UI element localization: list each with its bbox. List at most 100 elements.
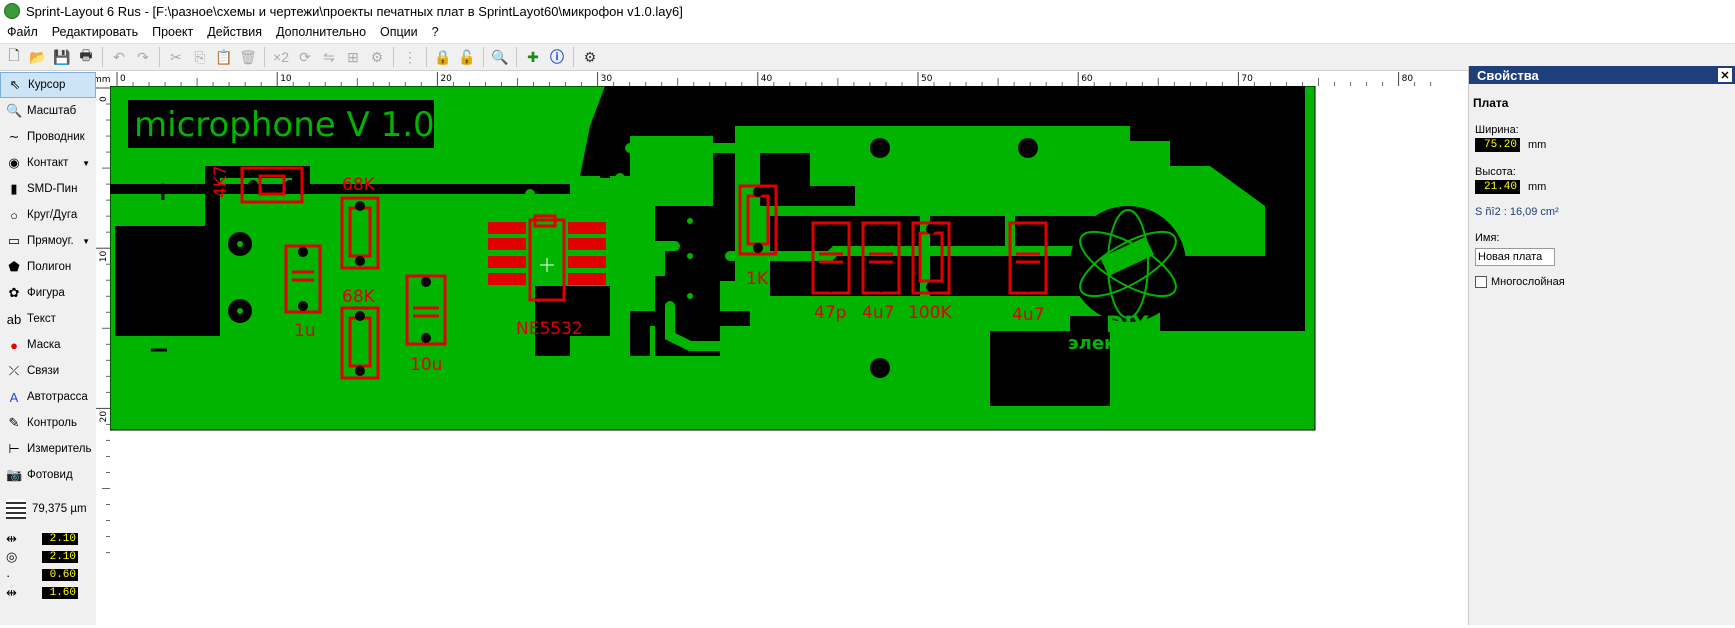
chevron-down-icon[interactable]: ▼ [82, 159, 90, 168]
autoroute-icon: A [9, 389, 19, 405]
zoom-icon[interactable]: 🔍 [489, 46, 511, 68]
menu-bar: Файл Редактировать Проект Действия Допол… [0, 22, 1735, 42]
ungroup-icon[interactable]: ⋮ [399, 46, 421, 68]
menu-file[interactable]: Файл [0, 25, 45, 39]
board-name-input[interactable]: Новая плата [1475, 248, 1555, 266]
redo-icon[interactable]: ↷ [132, 46, 154, 68]
mirror-icon[interactable]: ⇋ [318, 46, 340, 68]
save-icon[interactable]: 💾 [51, 46, 73, 68]
width-row: 75.20 mm [1469, 138, 1735, 152]
tool-rect[interactable]: ▭ Прямоуг. ▼ [0, 228, 96, 254]
align-icon[interactable]: ⊞ [342, 46, 364, 68]
tool-photo[interactable]: 📷 Фотовид [0, 462, 96, 488]
menu-options[interactable]: Опции [373, 25, 425, 39]
tool-label: Контакт [27, 157, 69, 169]
tool-autoroute[interactable]: A Автотрасса [0, 384, 96, 410]
tool-zoom[interactable]: 🔍 Масштаб [0, 98, 96, 124]
copy-icon[interactable]: ⎘ [189, 46, 211, 68]
ruler-tick-label: 0 [99, 96, 109, 102]
tool-mask[interactable]: ● Маска [0, 332, 96, 358]
menu-help[interactable]: ? [425, 25, 446, 39]
info-icon[interactable]: ⓘ [546, 46, 568, 68]
snap-icon[interactable]: ✚ [522, 46, 544, 68]
width-label: Ширина: [1475, 124, 1519, 136]
label-r-68k-1: 68K [342, 175, 376, 195]
tool-text[interactable]: ab Текст [0, 306, 96, 332]
tool-label: Курсор [28, 79, 66, 91]
ruler-tick-label: 20 [99, 411, 109, 423]
group-icon[interactable]: ⚙ [366, 46, 388, 68]
design-canvas[interactable]: microphone V 1.0 + − 4K7 68K 68K 1u 10u … [109, 85, 1467, 625]
tool-label: Фигура [27, 287, 65, 299]
pad-outer-value[interactable]: 2.10 [42, 551, 78, 563]
toolbar-separator [483, 47, 484, 67]
label-ic-ne5532: NE5532 [516, 319, 583, 339]
grid-selector[interactable]: 79,375 µm [0, 496, 96, 522]
board-title-text[interactable]: microphone V 1.0 [134, 105, 435, 145]
track-width-value[interactable]: 2.10 [42, 533, 78, 545]
label-c-10u: 10u [410, 355, 442, 375]
chip-icon[interactable]: ⚙ [579, 46, 601, 68]
cut-icon[interactable]: ✂ [165, 46, 187, 68]
tool-label: SMD-Пин [27, 183, 78, 195]
open-icon[interactable]: 📂 [27, 46, 49, 68]
tool-connection[interactable]: ⤫ Связи [0, 358, 96, 384]
plus-sign: + [152, 177, 174, 207]
tool-cursor[interactable]: ⇖ Курсор [0, 72, 96, 98]
cursor-icon: ⇖ [9, 77, 21, 92]
toolbar-separator [393, 47, 394, 67]
multilayer-checkbox[interactable]: Многослойная [1469, 266, 1735, 288]
label-r-1k: 1K [746, 269, 769, 289]
tool-check[interactable]: ✎ Контроль [0, 410, 96, 436]
new-icon[interactable]: 🗋 [3, 46, 25, 68]
close-icon[interactable]: ✕ [1718, 68, 1732, 82]
tool-smd[interactable]: ▮ SMD-Пин [0, 176, 96, 202]
print-icon[interactable]: 🖶 [75, 46, 97, 68]
pad-outer-row[interactable]: ◎ 2.10 [0, 548, 96, 566]
track-width-row[interactable]: ⇹ 2.10 [0, 530, 96, 548]
minus-sign: − [148, 335, 170, 365]
checkbox-box[interactable] [1475, 276, 1487, 288]
tool-polygon[interactable]: ⬟ Полигон [0, 254, 96, 280]
paste-icon[interactable]: 📋 [213, 46, 235, 68]
chevron-down-icon[interactable]: ▼ [82, 237, 90, 246]
rotate-icon[interactable]: ⟳ [294, 46, 316, 68]
duplicate-x2-button[interactable]: ×2 [270, 46, 292, 68]
tool-label: Масштаб [27, 105, 77, 117]
ruler-unit: mm [96, 75, 111, 85]
lock-icon[interactable]: 🔒 [432, 46, 454, 68]
label-r-100k: 100K [908, 303, 952, 323]
menu-edit[interactable]: Редактировать [45, 25, 145, 39]
multilayer-label: Многослойная [1491, 276, 1565, 288]
ruler-tick-label: 70 [1241, 74, 1253, 84]
height-field[interactable]: 21.40 [1475, 180, 1520, 194]
tool-track[interactable]: ∼ Проводник [0, 124, 96, 150]
connection-icon: ⤫ [8, 363, 20, 378]
text-icon: ab [6, 311, 22, 327]
ruler-tick-label: 80 [1402, 74, 1414, 84]
unlock-icon[interactable]: 🔓 [456, 46, 478, 68]
pad-inner-value[interactable]: 0.60 [42, 569, 78, 581]
tool-label: Полигон [27, 261, 72, 273]
ruler-top: mm 0 10 20 30 40 50 60 70 80 [93, 72, 1467, 87]
pad-inner-row[interactable]: · 0.60 [0, 566, 96, 584]
label-c-4u7-1: 4u7 [862, 303, 894, 323]
track-width-icon: ⇹ [6, 531, 17, 546]
window-title: Sprint-Layout 6 Rus - [F:\разное\схемы и… [26, 3, 683, 19]
menu-extra[interactable]: Дополнительно [269, 25, 373, 39]
width-field[interactable]: 75.20 [1475, 138, 1520, 152]
label-c-1u: 1u [294, 321, 316, 341]
label-r-4k7: 4K7 [211, 165, 231, 198]
menu-actions[interactable]: Действия [200, 25, 269, 39]
tool-shape[interactable]: ✿ Фигура [0, 280, 96, 306]
third-width-value[interactable]: 1.60 [42, 587, 78, 599]
tool-circle[interactable]: ○ Круг/Дуга [0, 202, 96, 228]
undo-icon[interactable]: ↶ [108, 46, 130, 68]
pcb-board[interactable]: microphone V 1.0 + − 4K7 68K 68K 1u 10u … [109, 85, 1467, 625]
menu-project[interactable]: Проект [145, 25, 200, 39]
delete-icon[interactable]: 🗑 [237, 46, 259, 68]
tool-pad[interactable]: ◉ Контакт ▼ [0, 150, 96, 176]
third-width-row[interactable]: ⇹ 1.60 [0, 584, 96, 602]
shape-icon: ✿ [8, 285, 20, 300]
tool-measure[interactable]: ⊢ Измеритель [0, 436, 96, 462]
